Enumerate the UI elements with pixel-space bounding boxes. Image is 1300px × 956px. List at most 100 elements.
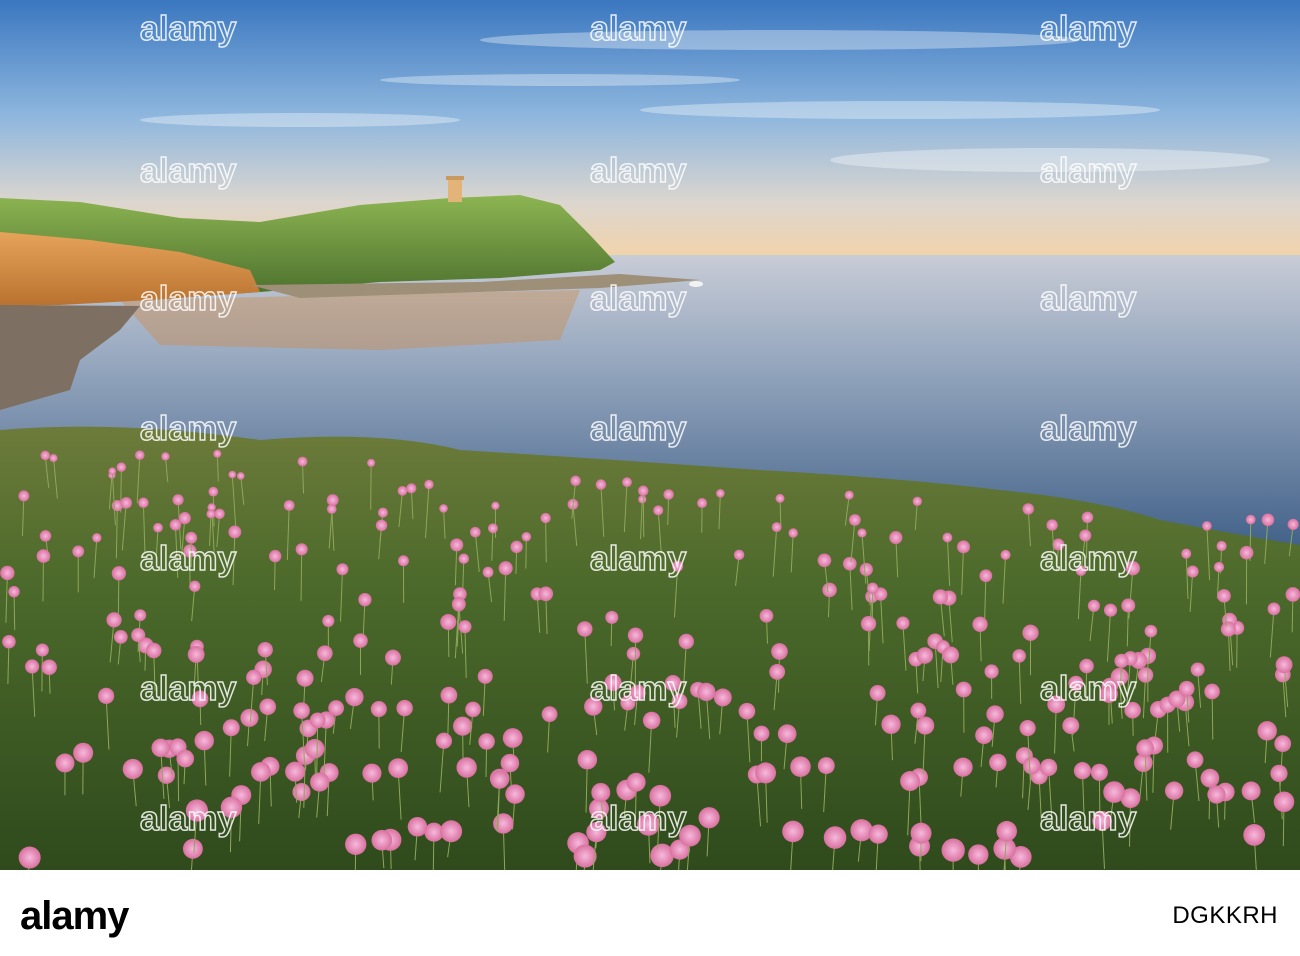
thrift-flower-head (916, 647, 934, 664)
thrift-flower-head (8, 585, 20, 598)
thrift-flower-head (900, 771, 921, 791)
thrift-flower-head (134, 609, 147, 622)
thrift-flower-head (1125, 561, 1140, 576)
thrift-flower-head (1285, 587, 1300, 602)
thrift-flower-head (860, 615, 877, 632)
thrift-flower-head (1023, 757, 1041, 775)
thrift-flower-head (822, 582, 837, 598)
thrift-flower-head (153, 522, 163, 533)
thrift-flower-head (151, 738, 170, 758)
clavell-tower (446, 176, 464, 202)
thrift-flower-head (458, 553, 470, 564)
thrift-flower-head (505, 784, 525, 804)
thrift-flower-head (240, 708, 259, 727)
flower-stem (300, 549, 303, 601)
thrift-flower-head (577, 621, 593, 637)
thrift-flower-head (881, 714, 901, 734)
thrift-flower-head (595, 479, 607, 490)
thrift-flower-head (487, 523, 498, 534)
thrift-flower-head (1092, 811, 1112, 831)
thrift-flower-head (849, 514, 861, 526)
thrift-flower-head (782, 820, 804, 843)
thrift-flower-head (1241, 781, 1261, 801)
thrift-flower-head (540, 512, 551, 524)
thrift-flower-head (1019, 719, 1036, 737)
thrift-flower-head (375, 519, 388, 532)
thrift-flower-head (1079, 529, 1092, 542)
thrift-flower-head (626, 772, 646, 792)
thrift-flower-head (398, 555, 409, 567)
thrift-flower-head (206, 509, 216, 519)
thrift-flower-head (397, 485, 408, 496)
thrift-flower-head (440, 686, 458, 704)
thrift-flower-head (637, 813, 660, 836)
thrift-flower-head (584, 697, 603, 716)
thrift-flower-head (697, 682, 716, 702)
thrift-flower-head (1103, 603, 1118, 617)
thrift-flower-head (678, 633, 694, 650)
thrift-flower-head (41, 659, 57, 676)
thrift-flower-head (850, 819, 873, 842)
thrift-flower-head (345, 833, 367, 855)
thrift-flower-head (953, 757, 973, 777)
thrift-flower-head (40, 450, 50, 461)
thrift-flower-head (638, 485, 649, 496)
thrift-flower-head (738, 702, 756, 720)
thrift-flower-head (292, 782, 311, 802)
thrift-flower-head (788, 528, 798, 538)
thrift-flower-head (458, 620, 472, 634)
thrift-flower-head (1081, 511, 1094, 524)
thrift-flower-head (1022, 503, 1035, 515)
thrift-flower-head (1090, 763, 1108, 781)
thrift-flower-head (326, 504, 337, 514)
thrift-flower-head (385, 649, 401, 666)
thrift-flower-head (1275, 656, 1293, 674)
thrift-flower-head (698, 807, 720, 829)
thrift-flower-head (304, 738, 325, 759)
thrift-flower-head (478, 733, 495, 750)
thrift-flower-head (502, 728, 523, 748)
thrift-flower-head (1047, 695, 1066, 714)
thrift-flower-head (653, 505, 664, 516)
thrift-flower-head (246, 669, 262, 686)
thrift-flower-head (1110, 667, 1129, 686)
thrift-flower-head (18, 490, 30, 502)
thrift-flower-head (1216, 540, 1227, 552)
thrift-flower-head (39, 530, 52, 542)
alamy-logo[interactable]: alamy (20, 896, 129, 936)
thrift-flower-head (453, 716, 473, 736)
thrift-flower-head (573, 844, 597, 868)
thrift-flower-head (135, 450, 145, 460)
thrift-flower-head (450, 538, 464, 552)
thrift-flower-head (257, 642, 273, 658)
thrift-flower-head (733, 549, 745, 561)
thrift-flower-head (322, 614, 335, 628)
thrift-flower-head (465, 701, 481, 718)
thrift-flower-head (208, 486, 219, 497)
thrift-flower-head (477, 668, 493, 684)
thrift-flower-head (1103, 781, 1125, 803)
thrift-flower-head (326, 494, 339, 507)
thrift-flower-head (1144, 624, 1158, 638)
thrift-flower-head (1062, 717, 1080, 734)
thrift-flower-head (716, 489, 725, 498)
thrift-flower-head (49, 454, 58, 463)
thrift-flower-head (353, 633, 368, 648)
thrift-flower-head (336, 563, 349, 576)
thrift-flower-head (996, 820, 1017, 842)
thrift-flower-head (407, 817, 428, 837)
thrift-flower-head (25, 659, 40, 674)
thrift-flower-head (92, 533, 102, 543)
thrift-flower-head (1046, 519, 1058, 531)
thrift-flower-head (194, 730, 214, 751)
thrift-flower-head (498, 561, 513, 576)
thrift-flower-head (1124, 701, 1141, 719)
flower-stem (13, 591, 16, 630)
thrift-flower-head (1164, 781, 1184, 800)
thrift-flower-head (638, 495, 647, 504)
thrift-flower-head (1257, 721, 1277, 741)
thrift-flower-head (1239, 545, 1254, 560)
thrift-flower-head (869, 684, 886, 701)
thrift-flower-head (35, 643, 49, 657)
thrift-flower-head (842, 556, 857, 571)
